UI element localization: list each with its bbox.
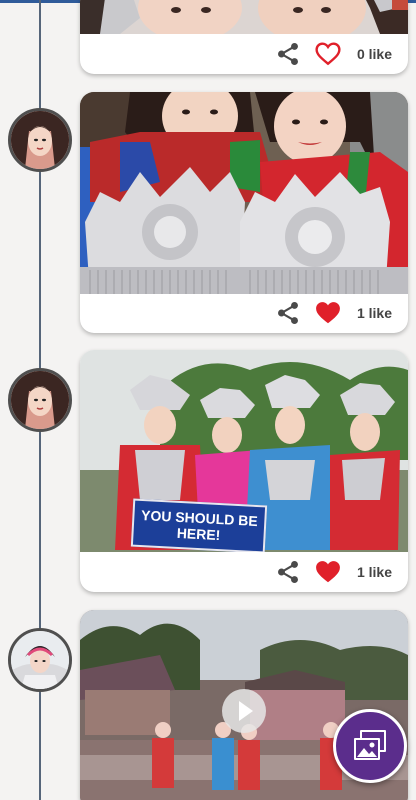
post-photo-image (80, 0, 408, 34)
post-actions: 1 like (275, 552, 408, 592)
play-icon[interactable] (222, 689, 266, 733)
sign-banner: YOU SHOULD BE HERE! (130, 498, 268, 552)
feed-screen: 0 like 1 like YOU SHOULD BE HERE! 1 like (0, 0, 416, 800)
avatar[interactable] (8, 628, 72, 692)
avatar-image (11, 111, 69, 169)
avatar[interactable] (8, 108, 72, 172)
post-actions: 1 like (275, 293, 408, 333)
share-icon[interactable] (275, 559, 301, 585)
gallery-icon (354, 730, 386, 760)
post-photo[interactable] (80, 92, 408, 294)
post-actions: 0 like (275, 34, 408, 74)
heart-outline-icon[interactable] (315, 42, 341, 66)
like-count: 0 like (356, 46, 392, 62)
share-icon[interactable] (275, 41, 301, 67)
share-icon[interactable] (275, 300, 301, 326)
heart-filled-icon[interactable] (315, 560, 341, 584)
post-photo-image (80, 92, 408, 294)
like-count: 1 like (356, 564, 392, 580)
post-card[interactable]: 1 like (80, 92, 408, 333)
avatar-image (11, 371, 69, 429)
post-photo[interactable]: YOU SHOULD BE HERE! (80, 350, 408, 552)
like-count: 1 like (356, 305, 392, 321)
banner-text: YOU SHOULD BE HERE! (140, 506, 259, 544)
post-card[interactable]: 0 like (80, 0, 408, 74)
gallery-button[interactable] (333, 709, 407, 783)
heart-filled-icon[interactable] (315, 301, 341, 325)
avatar-image (11, 631, 69, 689)
post-card[interactable]: YOU SHOULD BE HERE! 1 like (80, 350, 408, 592)
post-photo[interactable] (80, 0, 408, 34)
avatar[interactable] (8, 368, 72, 432)
